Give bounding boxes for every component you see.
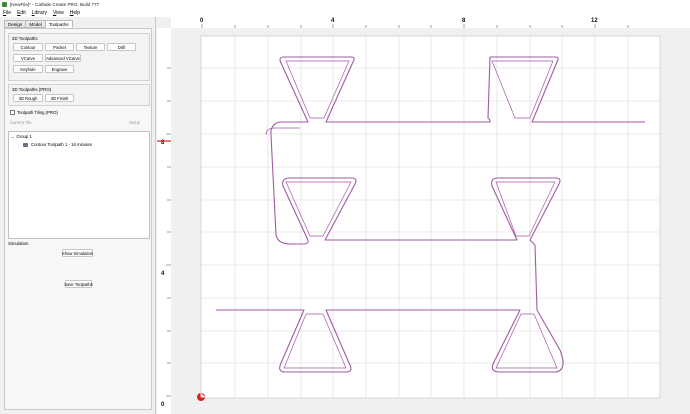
workspace-svg[interactable]: [0, 0, 690, 414]
stock-area[interactable]: [200, 35, 661, 399]
origin-icon: [197, 393, 205, 401]
